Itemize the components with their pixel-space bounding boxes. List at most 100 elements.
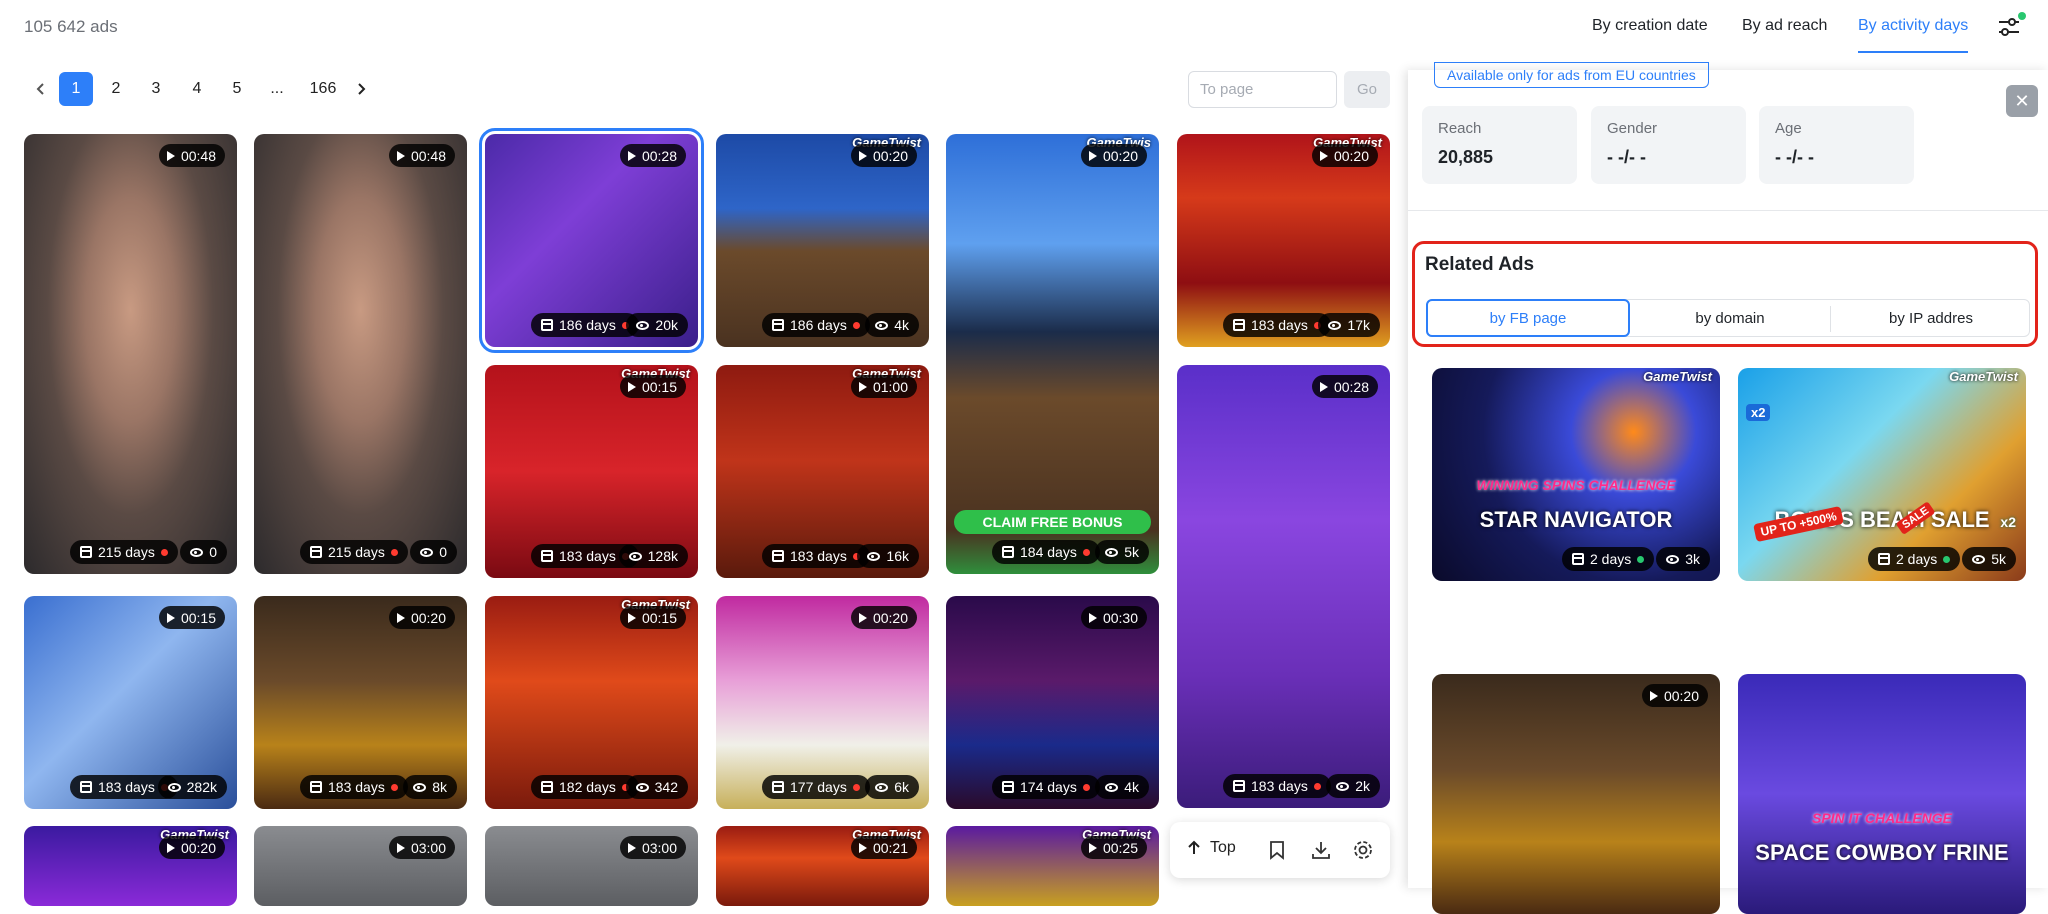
related-ad-card[interactable]: GameTwist STAR NAVIGATOR WINNING SPINS CHA… [1432,368,1720,581]
page-3[interactable]: 3 [139,72,173,106]
ad-duration: 00:21 [872,839,908,856]
play-icon [858,381,867,392]
ad-views: 128k [618,544,688,568]
sort-by-activity-days[interactable]: By activity days [1858,17,1968,35]
filter-active-dot [2018,12,2026,20]
ad-views-text: 282k [186,779,217,795]
go-button[interactable]: Go [1344,71,1390,108]
related-ad-activity-days: 2 days [1562,547,1655,571]
ad-activity-days: 177 days [762,775,870,799]
tab-by-domain[interactable]: by domain [1630,300,1830,336]
related-ad-card[interactable]: SPACE COWBOY FRINE SPIN IT CHALLENGE [1738,674,2026,914]
ad-views: 5k [1095,540,1149,564]
ad-duration: 00:20 [1333,147,1369,164]
ad-card[interactable]: GameTwist 00:20 [24,826,237,906]
bookmark-icon[interactable] [1266,839,1288,861]
calendar-icon [1572,553,1584,565]
tab-by-ip-address[interactable]: by IP addres [1831,300,2031,336]
page-5[interactable]: 5 [220,72,254,106]
ad-card[interactable]: 00:15 183 days 282k [24,596,237,809]
related-ad-ad-badge: SPIN IT CHALLENGE [1811,810,1952,826]
related-ad-views-text: 3k [1685,551,1700,567]
ad-card[interactable]: 00:48 215 days 0 [254,134,467,574]
ad-duration: 00:48 [180,147,216,164]
ad-duration-badge: 01:00 [850,375,917,398]
ad-duration-badge: 00:20 [1080,144,1147,167]
related-ad-ad-title: SPACE COWBOY FRINE [1755,840,2009,865]
tab-by-fb-page[interactable]: by FB page [1426,299,1630,337]
status-dot [1637,555,1645,563]
related-ad-card[interactable]: 00:20 [1432,674,1720,914]
ad-thumbnail [254,134,467,574]
ad-duration: 03:00 [410,839,446,856]
ad-card[interactable]: GameTwist 00:25 [946,826,1159,906]
ad-card[interactable]: GameTwist 00:21 [716,826,929,906]
ad-card[interactable]: GameTwist 00:15 183 days 128k [485,365,698,578]
ad-card[interactable]: GameTwist 00:20 183 days 17k [1177,134,1390,347]
ad-duration: 00:28 [1333,378,1369,395]
gender-stat: Gender - -/- - [1591,106,1746,184]
calendar-icon [1002,781,1014,793]
calendar-icon [772,781,784,793]
sort-by-creation-date[interactable]: By creation date [1592,17,1708,35]
ad-card[interactable]: GameTwist 00:20 186 days 4k [716,134,929,347]
scroll-top-button[interactable]: Top [1186,839,1236,857]
ad-card[interactable]: 00:30 174 days 4k [946,596,1159,809]
ad-card[interactable]: GameTwist 01:00 183 days 16k [716,365,929,578]
page-4[interactable]: 4 [180,72,214,106]
ad-card[interactable]: 00:28 183 days 2k [1177,365,1390,808]
ad-views-text: 8k [432,779,447,795]
play-icon [858,842,867,853]
status-dot [1943,555,1951,563]
to-page-input[interactable] [1188,71,1337,108]
sort-by-ad-reach[interactable]: By ad reach [1742,17,1827,35]
eye-icon [167,782,181,792]
related-ads-section: Related Ads by FB page by domain by IP a… [1412,241,2038,347]
ad-views-text: 4k [1124,779,1139,795]
ad-duration-badge: 00:48 [158,144,225,167]
page-166[interactable]: 166 [302,72,344,106]
ad-views: 20k [626,313,688,337]
eye-icon [875,782,889,792]
download-icon[interactable] [1310,839,1332,861]
play-icon [1319,381,1328,392]
ad-duration: 01:00 [872,378,908,395]
related-ad-side-multiplier: x2 [2000,514,2016,530]
ad-days-text: 183 days [559,548,616,564]
ad-duration-badge: 00:15 [158,606,225,629]
ad-card[interactable]: 03:00 [485,826,698,906]
page-2[interactable]: 2 [99,72,133,106]
calendar-icon [80,781,92,793]
ad-card[interactable]: 00:28 186 days 20k [479,128,704,353]
ad-card[interactable]: 00:20 183 days 8k [254,596,467,809]
ad-card[interactable]: 00:20 177 days 6k [716,596,929,809]
panel-divider [1408,210,2048,211]
age-value: - -/- - [1775,147,1814,167]
related-ads-title: Related Ads [1425,254,1535,275]
status-dot [160,548,168,556]
settings-icon[interactable] [1352,839,1374,861]
ad-duration: 00:15 [180,609,216,626]
chevron-right-icon[interactable] [344,72,378,106]
ad-duration: 00:20 [410,609,446,626]
related-ad-thumbnail [1432,674,1720,914]
ad-views-text: 342 [654,779,678,795]
related-ads-tabs: by FB page by domain by IP addres [1426,299,2030,337]
ad-card[interactable]: 00:48 215 days 0 [24,134,237,574]
ad-card[interactable]: GameTwist 00:15 182 days 342 [485,596,698,809]
ad-card[interactable]: GameTwis CLAIM FREE BONUS 00:20 184 days 5k [946,134,1159,574]
chevron-left-icon[interactable] [24,72,58,106]
ad-days-text: 183 days [790,548,847,564]
ad-activity-days: 183 days [1223,774,1331,798]
calendar-icon [1233,780,1245,792]
ad-views: 0 [410,540,457,564]
ad-duration: 00:28 [641,147,677,164]
page-1[interactable]: 1 [59,72,93,106]
related-ad-card[interactable]: GameTwist BONUS BEAM SALE x2 x2 UP TO +500% S… [1738,368,2026,581]
ad-views-text: 17k [1347,317,1370,333]
play-icon [166,612,175,623]
ad-detail-panel: Available only for ads from EU countries… [1408,62,2048,914]
ad-card[interactable]: 03:00 [254,826,467,906]
close-icon[interactable]: ✕ [2006,85,2038,117]
ad-days-text: 182 days [559,779,616,795]
